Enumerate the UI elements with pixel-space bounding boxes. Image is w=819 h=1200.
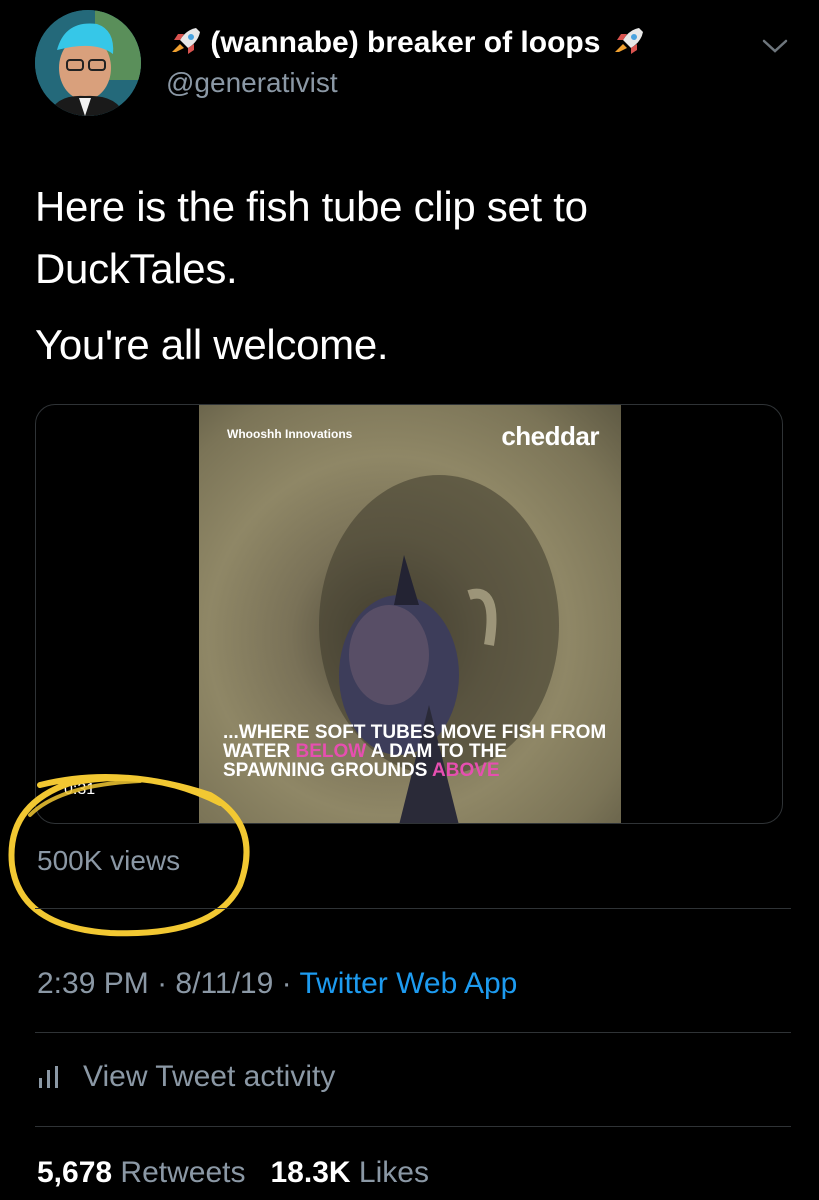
tweet-date: 8/11/19: [175, 967, 274, 1000]
profile-photo: [35, 10, 141, 116]
display-name-text: (wannabe) breaker of loops: [210, 26, 601, 59]
chevron-down-icon[interactable]: [760, 36, 790, 56]
likes-link[interactable]: 18.3K Likes: [271, 1156, 429, 1189]
analytics-bars-icon: [39, 1066, 58, 1088]
likes-label: Likes: [358, 1156, 429, 1189]
tweet-meta: 2:39 PM · 8/11/19 · Twitter Web App: [37, 967, 517, 1001]
video-duration: 0:31: [56, 779, 104, 801]
tweet-time: 2:39 PM: [37, 967, 149, 1000]
tweet-text: Here is the fish tube clip set to DuckTa…: [35, 176, 785, 376]
retweets-label: Retweets: [120, 1156, 246, 1189]
rocket-icon: [172, 28, 200, 54]
likes-count: 18.3K: [270, 1156, 351, 1189]
avatar[interactable]: [35, 10, 141, 116]
divider: [35, 908, 791, 909]
view-tweet-activity-button[interactable]: View Tweet activity: [37, 1060, 335, 1094]
video-caption: ...WHERE SOFT TUBES MOVE FISH FROM WATER…: [223, 723, 613, 780]
tweet-paragraph: Here is the fish tube clip set to DuckTa…: [35, 183, 588, 292]
caption-highlight: ABOVE: [432, 760, 500, 781]
rocket-icon: [614, 28, 643, 54]
tweet-stats: 5,678 Retweets 18.3K Likes: [37, 1156, 429, 1190]
video-source-tag: Whooshh Innovations: [227, 427, 353, 441]
divider: [35, 1126, 791, 1127]
separator: ·: [281, 967, 292, 1000]
separator: ·: [157, 967, 168, 1000]
retweets-link[interactable]: 5,678 Retweets: [37, 1156, 245, 1189]
source-app-link[interactable]: Twitter Web App: [299, 967, 517, 1000]
video-player[interactable]: Whooshh Innovations cheddar ...WHERE SOF…: [35, 404, 783, 824]
divider: [35, 1032, 791, 1033]
video-brand-logo: cheddar: [501, 421, 599, 451]
view-count: 500K views: [37, 845, 181, 876]
retweets-count: 5,678: [37, 1156, 113, 1189]
display-name[interactable]: (wannabe) breaker of loops: [166, 26, 645, 60]
caption-highlight: BELOW: [295, 741, 367, 762]
video-frame[interactable]: Whooshh Innovations cheddar ...WHERE SOF…: [199, 405, 621, 823]
activity-label: View Tweet activity: [83, 1060, 336, 1093]
user-handle[interactable]: @generativist: [166, 67, 338, 99]
tweet-paragraph: You're all welcome.: [35, 321, 389, 368]
